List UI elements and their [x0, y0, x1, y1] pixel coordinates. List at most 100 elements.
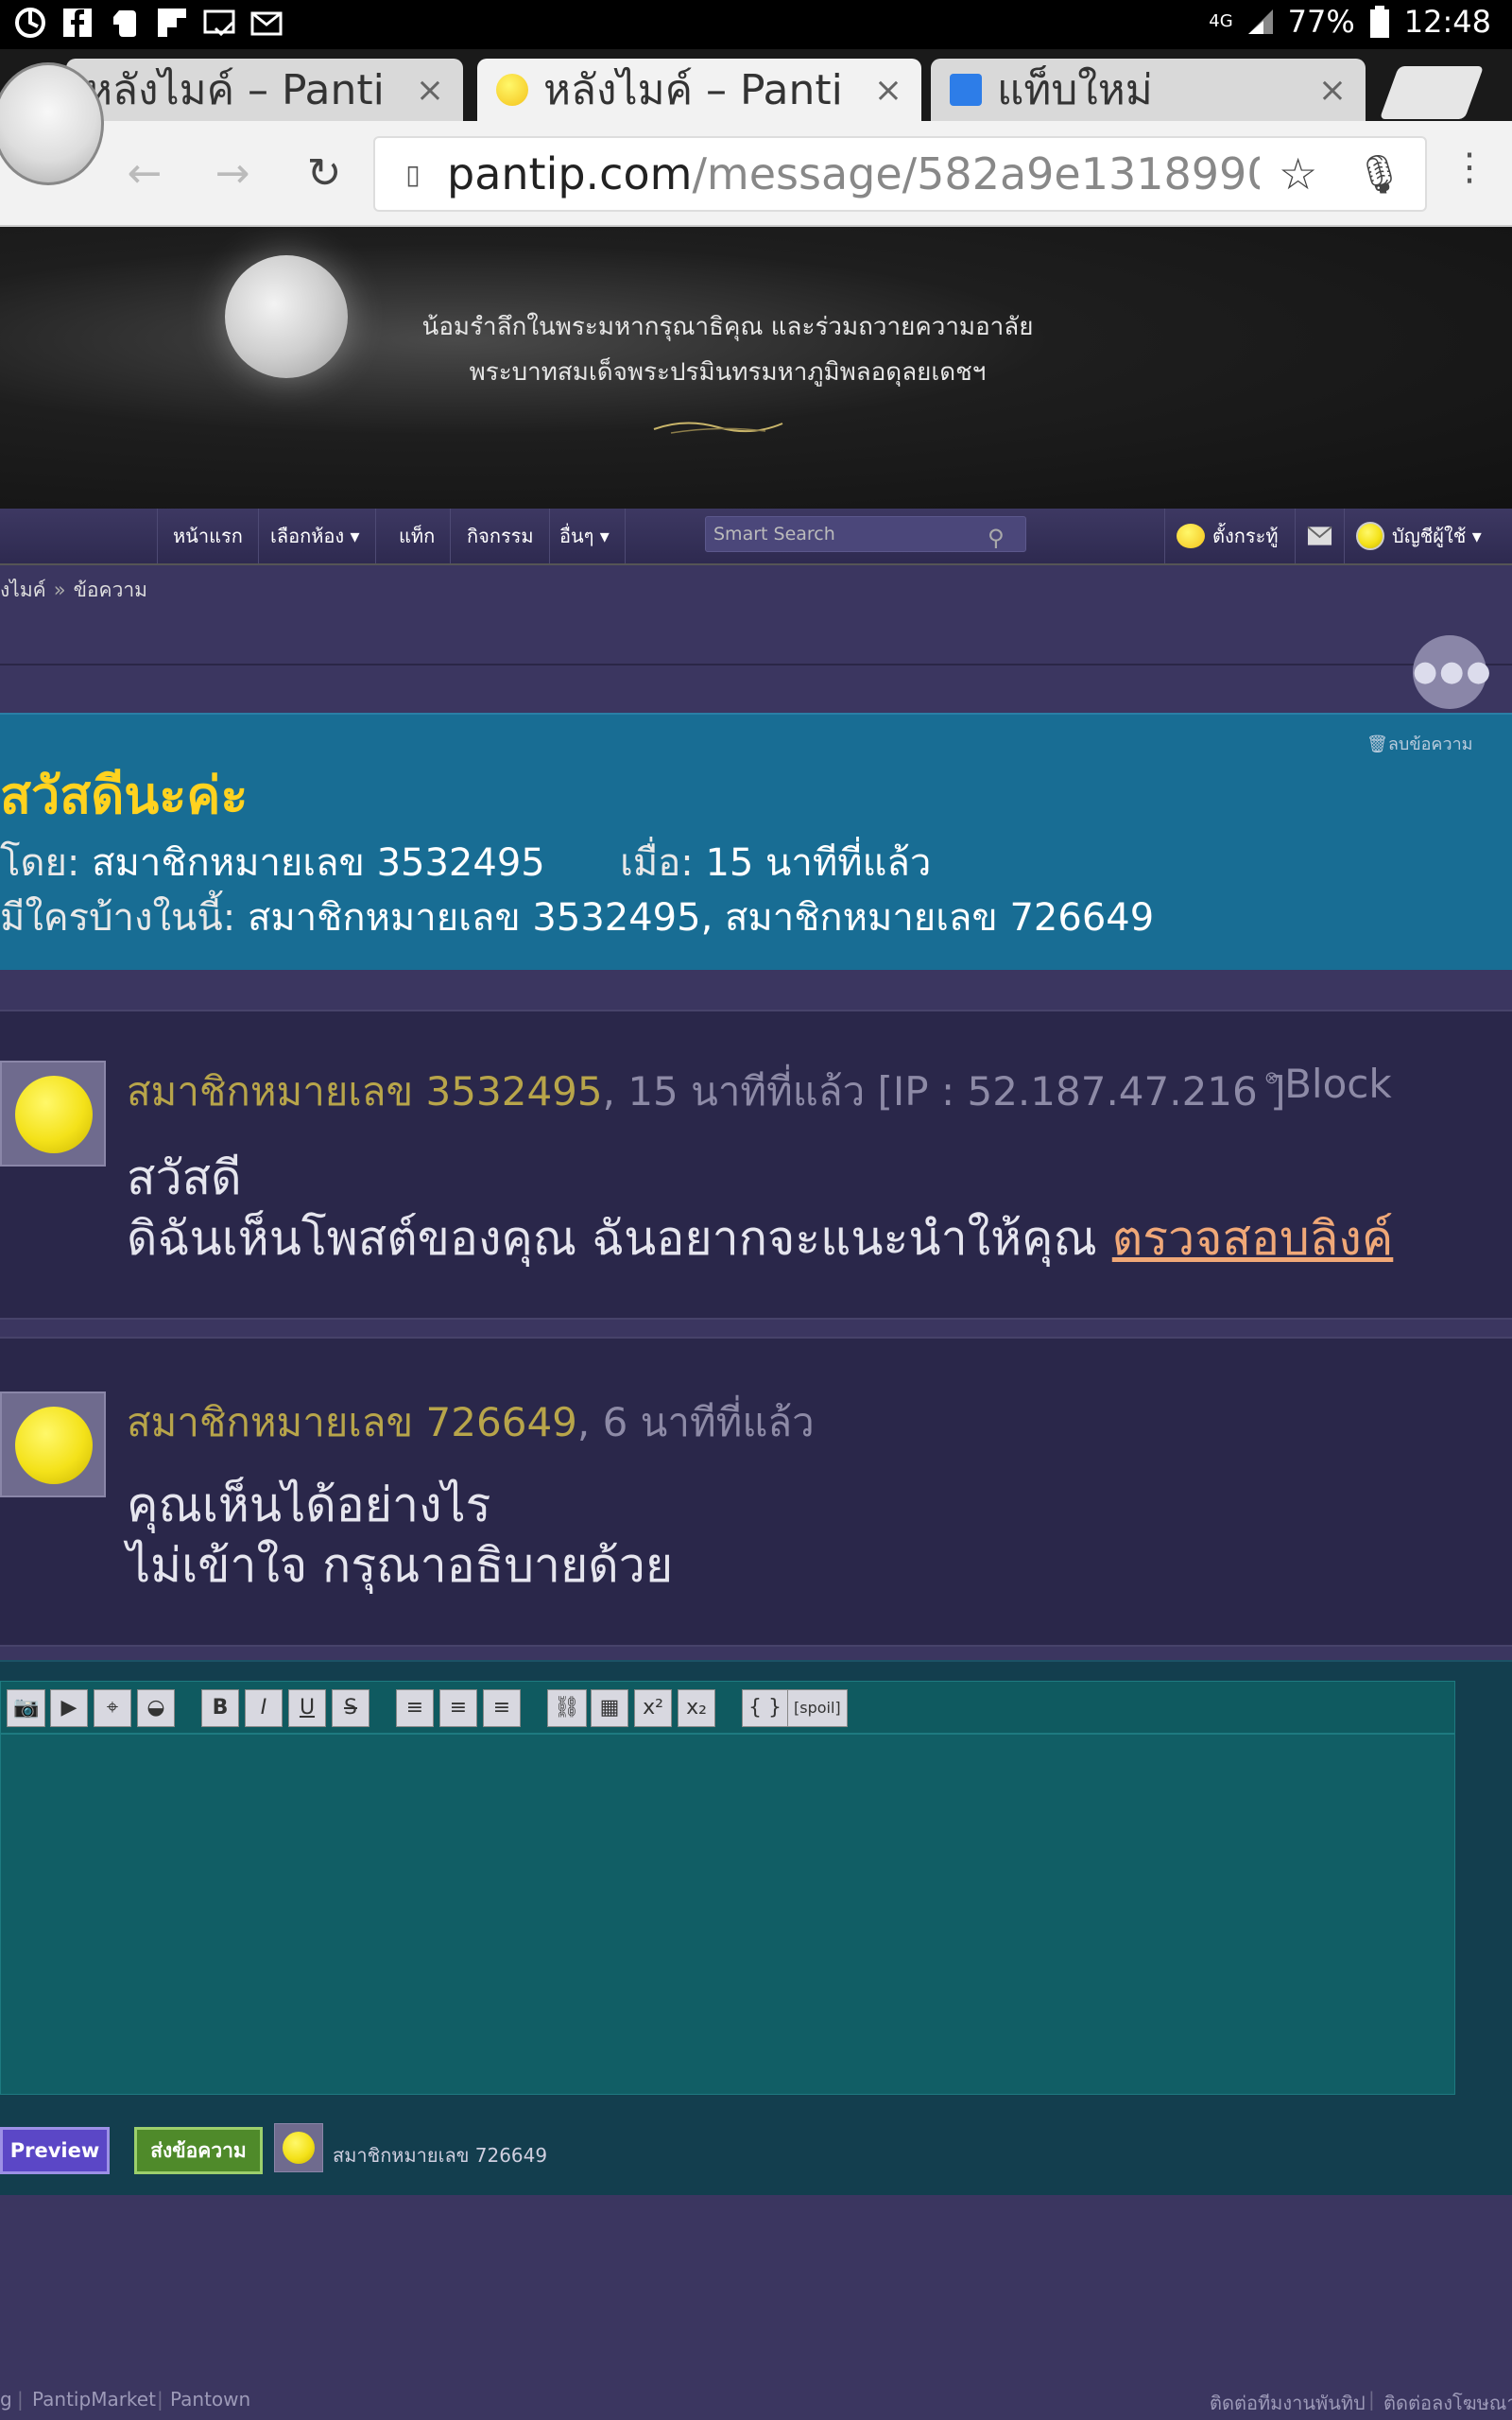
- browser-tab-strip: หลังไมค์ – Panti × หลังไมค์ – Panti × แท…: [0, 49, 1512, 121]
- smiley-avatar-icon: [15, 1407, 93, 1484]
- code-button[interactable]: { }: [742, 1689, 788, 1727]
- footer-link-ads[interactable]: ติดต่อลงโฆษณา: [1383, 2388, 1512, 2418]
- moon-image: [225, 255, 348, 378]
- tab-3[interactable]: แท็บใหม่ ×: [931, 59, 1366, 121]
- new-topic-button[interactable]: ตั้งกระทู้: [1164, 509, 1290, 563]
- post-line: คุณเห็นได้อย่างไร: [127, 1478, 491, 1532]
- avatar[interactable]: [0, 1392, 106, 1497]
- post-username[interactable]: สมาชิกหมายเลข 3532495: [127, 1068, 603, 1115]
- message-header: 🗑ลบข้อความ สวัสดีนะค่ะ โดย: สมาชิกหมายเล…: [0, 713, 1512, 970]
- breadcrumb-current: ข้อความ: [73, 579, 148, 601]
- post-line: ดิฉันเห็นโพสต์ของคุณ ฉันอยากจะแนะนำให้คุ…: [127, 1211, 1394, 1266]
- suspicious-link[interactable]: ตรวจสอบลิงค์: [1112, 1211, 1394, 1266]
- footer: g | PantipMarket | Pantown ติดต่อทีมงานพ…: [0, 2382, 1512, 2420]
- menu-icon[interactable]: ⋮: [1451, 146, 1488, 202]
- message-subject: สวัสดีนะค่ะ: [0, 766, 249, 825]
- close-icon[interactable]: ×: [874, 71, 902, 110]
- youtube-icon[interactable]: ▶: [50, 1689, 88, 1727]
- signal-icon: [1247, 9, 1273, 34]
- italic-button[interactable]: I: [245, 1689, 283, 1727]
- avatar-icon: [1356, 522, 1384, 550]
- superscript-button[interactable]: x²: [634, 1689, 672, 1727]
- smiley-avatar-icon: [283, 2132, 315, 2164]
- microphone-icon[interactable]: 🎙: [1355, 152, 1403, 197]
- footer-link-contact[interactable]: ติดต่อทีมงานพันทิป: [1210, 2388, 1366, 2418]
- tab-2[interactable]: หลังไมค์ – Panti ×: [477, 59, 921, 121]
- align-center-icon[interactable]: ≡: [439, 1689, 477, 1727]
- page-info-icon[interactable]: ▯: [394, 159, 432, 190]
- new-tab-button[interactable]: [1379, 66, 1485, 119]
- footer-link-pantown[interactable]: Pantown: [170, 2388, 250, 2411]
- author-name[interactable]: สมาชิกหมายเลข 3532495: [92, 841, 545, 885]
- nav-activities[interactable]: กิจกรรม: [452, 509, 550, 563]
- reply-username: สมาชิกหมายเลข 726649: [333, 2144, 548, 2167]
- nav-rooms[interactable]: เลือกห้อง ▾: [255, 509, 376, 563]
- banner-text: น้อมรำลึกในพระมหากรุณาธิคุณ และร่วมถวายค…: [397, 304, 1058, 395]
- post-item: สมาชิกหมายเลข 3532495, 15 นาทีที่แล้ว [I…: [0, 1010, 1512, 1320]
- nav-more[interactable]: อื่นๆ ▾: [544, 509, 626, 563]
- align-left-icon[interactable]: ≡: [396, 1689, 434, 1727]
- status-right: 4G 77% 12:48: [1209, 4, 1491, 40]
- block-icon: ⊗: [1264, 1068, 1280, 1088]
- delete-message-link[interactable]: 🗑ลบข้อความ: [1366, 730, 1473, 757]
- post-item: สมาชิกหมายเลข 726649, 6 นาทีที่แล้ว คุณเ…: [0, 1337, 1512, 1647]
- reload-icon[interactable]: ↻: [298, 147, 351, 200]
- footer-link[interactable]: g: [0, 2388, 12, 2411]
- new-tab-favicon-icon: [950, 74, 982, 106]
- preview-button[interactable]: Preview: [0, 2127, 110, 2174]
- close-icon[interactable]: ×: [1318, 71, 1347, 110]
- network-type: 4G: [1209, 11, 1233, 31]
- link-icon[interactable]: ⛓: [547, 1689, 587, 1727]
- reply-editor: 📷 ▶ ⌖ ◒ B I U S ≡ ≡ ≡ ⛓ ▦ x² x₂ { } [spo…: [0, 1660, 1512, 2195]
- trash-icon: 🗑: [1366, 735, 1388, 754]
- site-navbar: หน้าแรก เลือกห้อง ▾ แท็ก กิจกรรม อื่นๆ ▾…: [0, 509, 1512, 565]
- bookmark-star-icon[interactable]: ☆: [1279, 148, 1317, 199]
- participants-line: มีใครบ้างในนี้: สมาชิกหมายเลข 3532495, ส…: [0, 896, 1155, 940]
- status-bar: 4G 77% 12:48: [0, 0, 1512, 49]
- nav-tags[interactable]: แท็ก: [384, 509, 452, 563]
- mail-icon: [250, 11, 283, 36]
- tab-1[interactable]: หลังไมค์ – Panti ×: [66, 59, 463, 121]
- post-line: สวัสดี: [127, 1150, 242, 1205]
- participants: สมาชิกหมายเลข 3532495, สมาชิกหมายเลข 726…: [247, 896, 1155, 940]
- battery-percent: 77%: [1287, 4, 1355, 40]
- facebook-icon: [63, 9, 92, 37]
- pantip-favicon-icon: [496, 74, 528, 106]
- subscript-button[interactable]: x₂: [678, 1689, 715, 1727]
- account-menu[interactable]: บัญชีผู้ใช้ ▾: [1344, 509, 1493, 563]
- strikethrough-button[interactable]: S: [332, 1689, 369, 1727]
- search-icon[interactable]: ⚲: [988, 521, 1016, 551]
- tab-title: แท็บใหม่: [997, 66, 1153, 114]
- flipboard-icon: [158, 9, 186, 37]
- back-icon[interactable]: ←: [118, 147, 171, 200]
- avatar[interactable]: [0, 1061, 106, 1167]
- envelope-icon: [1307, 526, 1332, 545]
- smart-search-input[interactable]: Smart Search ⚲: [705, 516, 1026, 552]
- post-username[interactable]: สมาชิกหมายเลข 726649: [127, 1399, 577, 1445]
- underline-button[interactable]: U: [288, 1689, 326, 1727]
- table-icon[interactable]: ▦: [591, 1689, 628, 1727]
- smiley-avatar-icon: [15, 1076, 93, 1153]
- forward-icon[interactable]: →: [206, 147, 259, 200]
- notification-icons: [13, 6, 284, 40]
- align-right-icon[interactable]: ≡: [483, 1689, 521, 1727]
- footer-link-pantipmarket[interactable]: PantipMarket: [32, 2388, 156, 2411]
- close-icon[interactable]: ×: [416, 71, 444, 110]
- camera-icon[interactable]: 📷: [7, 1689, 46, 1727]
- tab-title: หลังไมค์ – Panti: [543, 66, 843, 114]
- reply-textarea[interactable]: [0, 1734, 1455, 2095]
- spoil-button[interactable]: [spoil]: [787, 1689, 848, 1727]
- more-options-button[interactable]: ●●●: [1413, 635, 1491, 709]
- post-body: สวัสดี ดิฉันเห็นโพสต์ของคุณ ฉันอยากจะแนะ…: [127, 1148, 1393, 1269]
- messages-button[interactable]: [1295, 509, 1344, 563]
- map-pin-icon[interactable]: ⌖: [94, 1689, 131, 1727]
- browser-toolbar: ← → ↻ ▯ pantip.com/message/582a9e1318990…: [0, 121, 1512, 227]
- breadcrumb-item[interactable]: งไมค์: [0, 579, 46, 601]
- url-text[interactable]: pantip.com/message/582a9e131899063: [447, 148, 1260, 199]
- emoticon-icon[interactable]: ◒: [137, 1689, 175, 1727]
- bold-button[interactable]: B: [201, 1689, 239, 1727]
- address-bar[interactable]: ▯ pantip.com/message/582a9e131899063 ☆ 🎙: [373, 136, 1427, 212]
- send-message-button[interactable]: ส่งข้อความ: [134, 2127, 263, 2174]
- nav-home[interactable]: หน้าแรก: [157, 509, 259, 563]
- block-button[interactable]: ⊗ Block: [1264, 1061, 1392, 1107]
